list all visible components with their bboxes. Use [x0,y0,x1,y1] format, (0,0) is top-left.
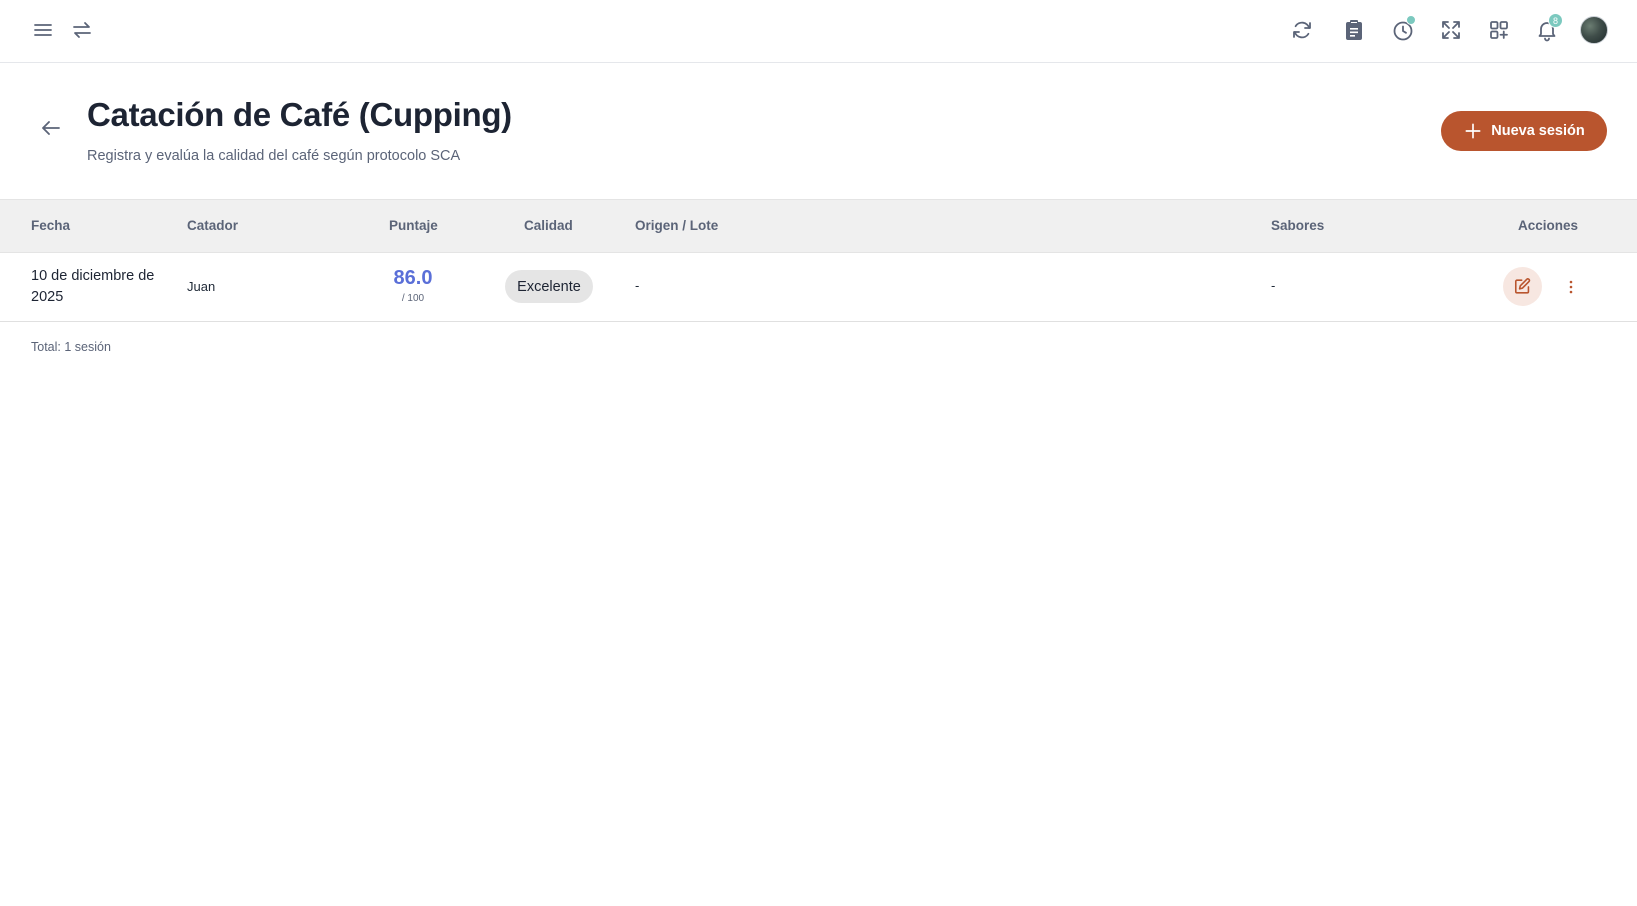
page-title: Catación de Café (Cupping) [87,96,512,133]
status-dot [1406,15,1416,25]
column-header-origen[interactable]: Origen / Lote [635,218,718,233]
plus-icon [1465,123,1481,139]
quality-badge: Excelente [505,270,593,303]
column-header-catador[interactable]: Catador [187,218,238,233]
apps-icon[interactable] [1481,12,1517,48]
table-header: Fecha Catador Puntaje Calidad Origen / L… [0,199,1637,253]
edit-button[interactable] [1503,267,1542,306]
clock-icon[interactable] [1385,12,1421,48]
table-row[interactable]: 10 de diciembre de 2025 Juan 86.0 / 100 … [0,253,1637,322]
column-header-fecha[interactable]: Fecha [31,218,70,233]
column-header-sabores[interactable]: Sabores [1271,218,1324,233]
cell-catador: Juan [187,279,216,294]
arrow-left-icon [42,121,60,135]
avatar[interactable] [1580,16,1608,44]
new-session-button[interactable]: Nueva sesión [1441,111,1607,151]
top-bar: 8 [0,0,1637,63]
cell-sabores: - [1271,278,1276,293]
cell-origen: - [635,278,640,293]
cell-fecha: 10 de diciembre de 2025 [31,268,155,305]
total-count: Total: 1 sesión [31,340,111,354]
notification-badge: 8 [1548,13,1563,28]
column-header-acciones: Acciones [1518,218,1579,233]
page-subtitle: Registra y evalúa la calidad del café se… [87,148,461,164]
swap-icon[interactable] [64,12,100,48]
column-header-puntaje[interactable]: Puntaje [389,218,438,233]
more-vertical-icon [1569,280,1573,294]
edit-icon [1514,278,1531,294]
new-session-label: Nueva sesión [1491,123,1585,139]
fullscreen-icon[interactable] [1433,12,1469,48]
clipboard-icon[interactable] [1336,12,1372,48]
column-header-calidad[interactable]: Calidad [524,218,573,233]
menu-icon[interactable] [25,12,61,48]
score-max: / 100 [401,293,425,304]
score-value: 86.0 [393,267,433,289]
refresh-icon[interactable] [1284,12,1320,48]
cell-puntaje: 86.0 / 100 [376,267,450,304]
more-options-button[interactable] [1561,272,1581,302]
bell-icon[interactable]: 8 [1529,12,1565,48]
back-button[interactable] [36,113,66,143]
